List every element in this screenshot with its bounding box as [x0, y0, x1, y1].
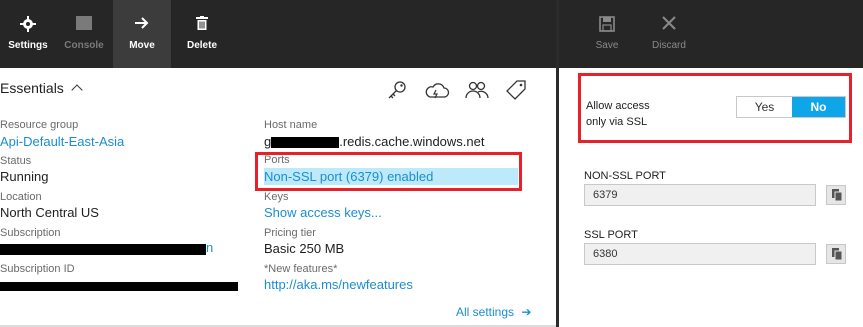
gear-icon: [20, 16, 36, 35]
copy-icon: [832, 189, 843, 202]
discard-button[interactable]: Discard: [647, 0, 691, 68]
users-icon[interactable]: [464, 79, 490, 101]
key-icon[interactable]: [386, 79, 408, 101]
resource-group-link[interactable]: Api-Default-East-Asia: [0, 134, 124, 149]
discard-label: Discard: [652, 40, 686, 51]
host-name-value: g .redis.cache.windows.net: [264, 134, 484, 149]
pricing-tier-value: Basic 250 MB: [264, 241, 345, 256]
essentials-header[interactable]: Essentials: [0, 80, 83, 96]
arrow-right-icon: [134, 16, 150, 33]
new-features-label: *New features*: [264, 263, 338, 275]
allow-ssl-label-line1: Allow access: [586, 100, 650, 112]
essentials-title: Essentials: [0, 80, 64, 96]
right-command-bar: Save Discard: [559, 0, 863, 68]
location-label: Location: [0, 191, 42, 203]
subscription-id-label: Subscription ID: [0, 263, 75, 275]
toggle-yes-option[interactable]: Yes: [737, 97, 792, 117]
resource-group-label: Resource group: [0, 119, 79, 131]
non-ssl-port-label: NON-SSL PORT: [584, 170, 666, 182]
move-label: Move: [129, 40, 155, 51]
arrow-right-icon: ➔: [521, 305, 532, 319]
settings-label: Settings: [8, 40, 48, 51]
tag-icon[interactable]: [505, 79, 527, 101]
host-name-label: Host name: [264, 119, 318, 131]
new-features-link[interactable]: http://aka.ms/newfeatures: [264, 277, 413, 292]
chevron-up-icon: [71, 84, 83, 96]
subscription-redaction: [0, 244, 206, 255]
host-name-prefix: g: [264, 134, 272, 149]
toggle-no-option[interactable]: No: [792, 97, 845, 117]
show-access-keys-link[interactable]: Show access keys...: [264, 205, 382, 220]
all-settings-link[interactable]: All settings ➔: [456, 305, 531, 319]
host-name-suffix: .redis.cache.windows.net: [339, 134, 485, 149]
settings-button[interactable]: Settings: [0, 0, 56, 68]
cloud-icon[interactable]: [424, 79, 450, 101]
pricing-tier-label: Pricing tier: [264, 227, 316, 239]
keys-label: Keys: [264, 191, 289, 203]
left-command-bar: Settings Console Move Delete: [0, 0, 556, 68]
all-settings-label: All settings: [456, 305, 515, 319]
subscription-link[interactable]: n: [206, 240, 213, 255]
host-name-redaction: [271, 137, 340, 149]
console-button[interactable]: Console: [56, 0, 112, 68]
subscription-label: Subscription: [0, 227, 61, 239]
save-label: Save: [595, 40, 619, 51]
allow-ssl-label: Allow access only via SSL: [586, 98, 650, 130]
ssl-port-label: SSL PORT: [584, 229, 638, 241]
ports-callout-box: [255, 152, 522, 191]
save-icon: [599, 16, 615, 35]
move-button[interactable]: Move: [113, 0, 171, 68]
console-icon: [76, 16, 92, 33]
non-ssl-port-field[interactable]: 6379: [584, 184, 816, 206]
status-value: Running: [0, 169, 49, 184]
close-icon: [662, 16, 676, 33]
trash-icon: [196, 16, 208, 33]
subscription-id-redaction: [0, 282, 238, 291]
copy-non-ssl-port-button[interactable]: [826, 185, 846, 205]
copy-ssl-port-button[interactable]: [826, 244, 846, 264]
console-label: Console: [64, 40, 104, 51]
ssl-only-toggle[interactable]: Yes No: [736, 96, 846, 118]
allow-ssl-label-line2: only via SSL: [586, 116, 648, 128]
status-label: Status: [0, 155, 32, 167]
delete-button[interactable]: Delete: [174, 0, 230, 68]
ssl-port-field[interactable]: 6380: [584, 243, 816, 265]
location-value: North Central US: [0, 205, 99, 220]
save-button[interactable]: Save: [585, 0, 629, 68]
delete-label: Delete: [186, 40, 217, 51]
copy-icon: [832, 248, 843, 261]
